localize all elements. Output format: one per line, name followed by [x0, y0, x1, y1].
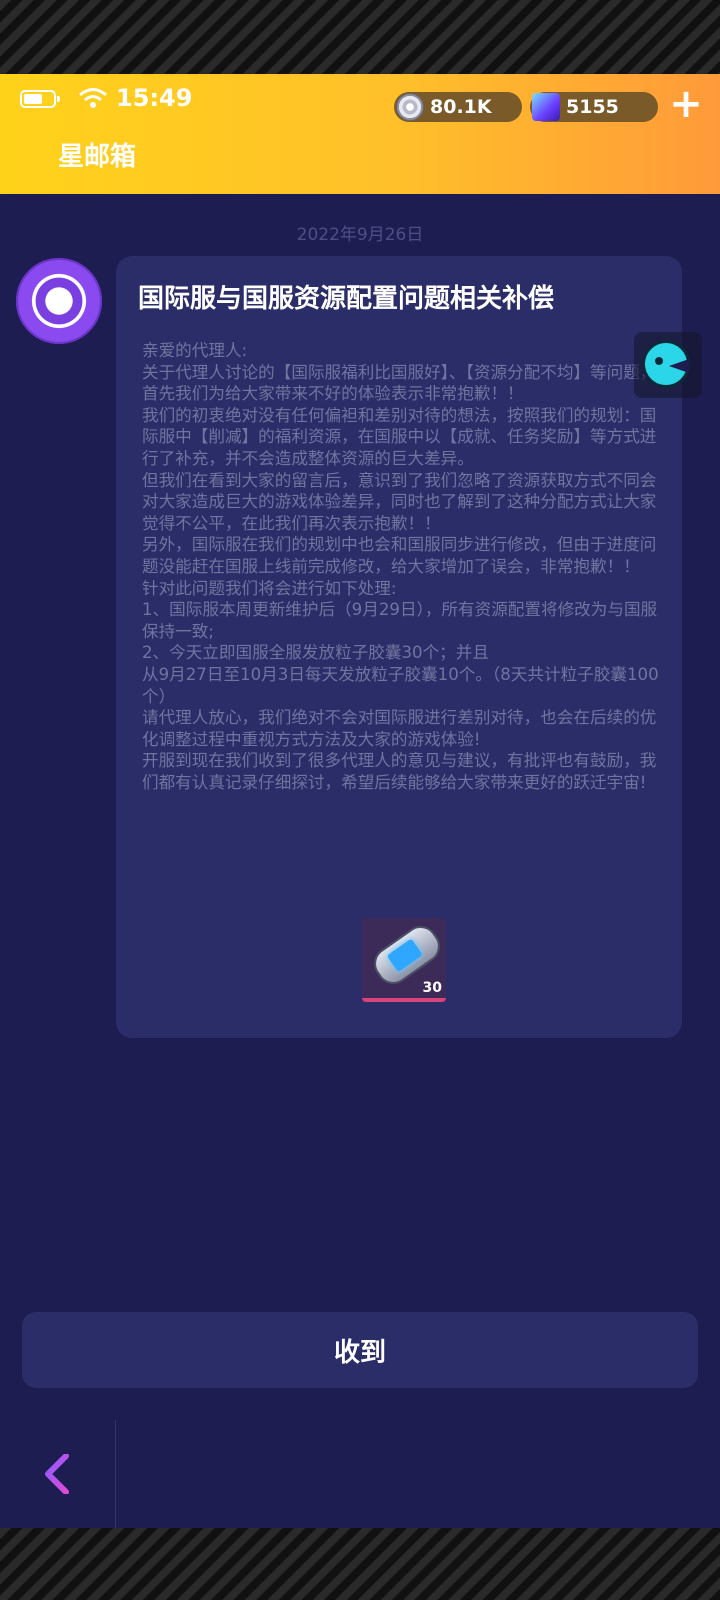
- page-title: 星邮箱: [58, 142, 137, 172]
- confirm-button[interactable]: 收到: [22, 1312, 698, 1388]
- mail-title: 国际服与国服资源配置问题相关补偿: [138, 284, 555, 314]
- floating-assistant-button[interactable]: [634, 332, 702, 398]
- mail-paragraph: 我们的初衷绝对没有任何偏袒和差别对待的想法，按照我们的规划：国际服中【削减】的福…: [142, 405, 657, 468]
- header: 15:49 80.1K 5155 + 星邮箱: [0, 74, 720, 194]
- mail-paragraph: 1、国际服本周更新维护后（9月29日），所有资源配置将修改为与国服保持一致;: [142, 600, 658, 641]
- mail-date: 2022年9月26日: [296, 225, 424, 245]
- bottom-nav: [0, 1420, 720, 1528]
- mail-paragraph: 从9月27日至10月3日每天发放粒子胶囊10个。（8天共计粒子胶囊100个）: [142, 664, 659, 706]
- mail-paragraph: 关于代理人讨论的【国际服福利比国服好】、【资源分配不均】等问题，首先我们为给大家…: [142, 362, 657, 404]
- add-currency-button[interactable]: +: [668, 84, 704, 124]
- assistant-icon: [642, 340, 690, 388]
- mail-paragraph: 针对此问题我们将会进行如下处理:: [142, 578, 397, 598]
- mail-view[interactable]: 2022年9月26日 国际服与国服资源配置问题相关补偿 亲爱的代理人: 关于代理…: [0, 194, 720, 1528]
- status-bar: 15:49 80.1K 5155 +: [18, 82, 703, 124]
- mail-card[interactable]: 国际服与国服资源配置问题相关补偿 亲爱的代理人: 关于代理人讨论的【国际服福利比…: [116, 256, 682, 1038]
- chevron-left-icon: [45, 1454, 69, 1494]
- coin-amount: 80.1K: [430, 96, 492, 118]
- gem-icon: [532, 93, 560, 121]
- mail-paragraph: 2、今天立即国服全服发放粒子胶囊30个；并且: [142, 643, 489, 663]
- coin-balance[interactable]: 80.1K: [394, 92, 522, 122]
- coin-icon: [396, 93, 424, 121]
- gem-amount: 5155: [566, 96, 619, 118]
- back-button[interactable]: [0, 1420, 116, 1528]
- wifi-icon: [79, 88, 107, 108]
- mail-paragraph: 亲爱的代理人:: [142, 341, 248, 360]
- attachment-count: 30: [422, 980, 442, 996]
- sender-avatar: [16, 258, 102, 344]
- mail-body: 亲爱的代理人: 关于代理人讨论的【国际服福利比国服好】、【资源分配不均】等问题，…: [142, 340, 666, 793]
- battery-icon: [20, 90, 60, 108]
- mail-paragraph: 请代理人放心，我们绝对不会对国际服进行差别对待，也会在后续的优化调整过程中重视方…: [142, 708, 657, 749]
- top-bezel: [0, 0, 720, 74]
- attachment-item[interactable]: 30: [362, 918, 446, 1002]
- status-time: 15:49: [116, 84, 193, 112]
- mail-paragraph: 开服到现在我们收到了很多代理人的意见与建议，有批评也有鼓励，我们都有认真记录仔细…: [142, 751, 657, 792]
- mail-paragraph: 但我们在看到大家的留言后，意识到了我们忽略了资源获取方式不同会对大家造成巨大的游…: [142, 470, 657, 533]
- gem-balance[interactable]: 5155: [530, 92, 658, 122]
- bottom-bezel: [0, 1528, 720, 1600]
- mail-paragraph: 另外，国际服在我们的规划中也会和国服同步进行修改，但由于进度问题没能赶在国服上线…: [142, 535, 657, 576]
